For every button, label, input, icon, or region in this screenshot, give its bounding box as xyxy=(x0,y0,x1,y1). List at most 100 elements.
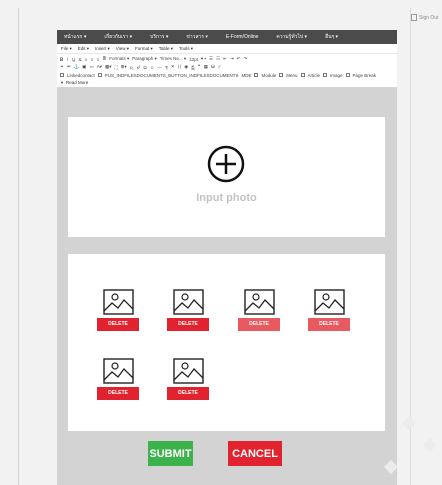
delete-button[interactable]: DELETE xyxy=(167,387,209,400)
image-placeholder-icon xyxy=(102,289,134,315)
pagebreak-icon xyxy=(345,73,350,77)
spellcheck-icon[interactable]: ✓ xyxy=(218,64,222,70)
toolbar-row-1: 𝐁 𝐼 U̲ S̶ ≡ ≡ ≡ ≣ Formats ▾ Paragraph ▾ … xyxy=(60,55,394,63)
text-color-icon[interactable]: A▾ xyxy=(97,64,102,70)
image-button[interactable]: Image xyxy=(330,73,343,78)
menu-button[interactable]: Menu xyxy=(286,73,297,78)
pagebreak-button[interactable]: Page Break xyxy=(353,73,377,78)
undo-icon[interactable]: ↶ xyxy=(237,56,241,62)
nav-item-knowledge[interactable]: ความรู้ทั่วไป ▾ xyxy=(267,33,316,41)
anchor-icon[interactable]: ⚓ xyxy=(74,64,80,70)
mode-label[interactable]: MDE xyxy=(241,73,251,78)
nav-item-services[interactable]: บริการ ▾ xyxy=(141,33,177,41)
menu-format[interactable]: Format ▾ xyxy=(132,46,156,52)
chevron-down-icon: ▼ xyxy=(60,80,64,85)
pdf-button[interactable]: PUS_INDFILESDOCUMENTS_BUTTON_INDFILESDOC… xyxy=(105,73,239,78)
submit-button[interactable]: SUBMIT xyxy=(148,441,193,466)
special-char-icon[interactable]: Ω xyxy=(143,65,146,70)
sign-out-label: Sign Out xyxy=(419,14,439,21)
add-photo-icon xyxy=(207,145,245,183)
right-divider xyxy=(410,8,411,485)
toolbar-row-3: Linkedcontact PUS_INDFILESDOCUMENTS_BUTT… xyxy=(60,71,394,79)
print-icon[interactable]: ⎙ xyxy=(191,65,195,70)
link-icon[interactable]: ⚭ xyxy=(60,64,64,70)
underline-icon[interactable]: U̲ xyxy=(72,57,75,62)
emoticon-icon[interactable]: ☺ xyxy=(150,65,155,70)
gallery-item: DELETE xyxy=(167,289,209,331)
nav-item-eform[interactable]: E-Form/Online xyxy=(217,34,268,40)
paragraph-select[interactable]: Paragraph ▾ xyxy=(132,56,157,62)
read-more-button[interactable]: ▼ Read More xyxy=(60,79,394,86)
menu-file[interactable]: File ▾ xyxy=(57,46,75,52)
watermark-mark xyxy=(422,437,438,453)
image-placeholder-icon xyxy=(243,289,275,315)
unlink-icon[interactable]: ⚮ xyxy=(67,64,71,70)
menu-tools[interactable]: Tools ▾ xyxy=(176,46,196,52)
clear-format-icon[interactable]: ✕ xyxy=(171,64,175,70)
nav-item-about[interactable]: เกี่ยวกับเรา ▾ xyxy=(95,33,141,41)
align-left-icon[interactable]: ≡ xyxy=(84,57,88,62)
image-icon[interactable]: ▣ xyxy=(82,64,86,70)
indent-icon[interactable]: ⇥ xyxy=(230,56,234,62)
formats-select[interactable]: Formats ▾ xyxy=(109,56,129,62)
editor-toolbar: 𝐁 𝐼 U̲ S̶ ≡ ≡ ≡ ≣ Formats ▾ Paragraph ▾ … xyxy=(57,54,397,87)
menu-view[interactable]: View ▾ xyxy=(113,46,132,52)
table-icon[interactable]: ⊞▾ xyxy=(121,64,127,70)
font-size-select[interactable]: 12pt xyxy=(189,57,198,62)
font-family-select[interactable]: Times Ne... ▾ xyxy=(160,56,186,62)
preview-icon[interactable]: ◉ xyxy=(184,64,188,70)
article-button[interactable]: Article xyxy=(308,73,321,78)
delete-button[interactable]: DELETE xyxy=(167,318,209,331)
image-insert-icon xyxy=(323,73,328,77)
number-list-icon[interactable]: ☷ xyxy=(216,56,220,62)
sign-out-icon xyxy=(411,14,417,21)
checkbox-pdf[interactable] xyxy=(97,73,102,77)
code-icon[interactable]: ⟨⟩ xyxy=(178,64,182,70)
delete-button[interactable]: DELETE xyxy=(97,387,139,400)
strikethrough-icon[interactable]: S̶ xyxy=(78,57,81,62)
subscript-icon[interactable]: x₂ xyxy=(130,65,134,70)
hr-icon[interactable]: — xyxy=(157,65,162,70)
watermark-mark xyxy=(401,415,417,431)
menu-insert[interactable]: Insert ▾ xyxy=(92,46,113,52)
toolbar-row-2: ⚭ ⚮ ⚓ ▣ ▭ A▾ ▩▾ ⛶ ⊞▾ x₂ x² Ω ☺ — ¶ ✕ ⟨⟩ … xyxy=(60,63,394,71)
bullet-list-icon[interactable]: ☰ xyxy=(209,56,213,62)
gallery-item: DELETE xyxy=(97,289,139,331)
cancel-button[interactable]: CANCEL xyxy=(228,441,282,466)
photo-upload-area[interactable]: Input photo xyxy=(68,117,385,237)
redo-icon[interactable]: ↷ xyxy=(243,56,247,62)
module-button[interactable]: Module xyxy=(261,73,276,78)
menu-table[interactable]: Table ▾ xyxy=(156,46,176,52)
checkbox-contact[interactable] xyxy=(60,73,64,77)
photo-gallery: DELETE DELETE DELETE DELETE DELETE DELET… xyxy=(68,254,385,431)
paragraph-mark-icon[interactable]: ¶ xyxy=(165,65,168,70)
bg-color-icon[interactable]: ▩▾ xyxy=(105,64,112,70)
nav-item-other[interactable]: อื่นๆ ▾ xyxy=(316,33,347,41)
delete-button[interactable]: DELETE xyxy=(97,318,139,331)
align-justify-icon[interactable]: ≣ xyxy=(102,56,106,62)
gallery-item: DELETE xyxy=(167,358,209,400)
italic-icon[interactable]: 𝐼 xyxy=(66,57,69,62)
align-center-icon[interactable]: ≡ xyxy=(90,57,94,62)
menu-edit[interactable]: Edit ▾ xyxy=(75,46,92,52)
bold-icon[interactable]: 𝐁 xyxy=(60,57,63,62)
delete-button[interactable]: DELETE xyxy=(308,318,350,331)
blockquote-icon[interactable]: ❝ xyxy=(198,64,201,70)
read-more-label: Read More xyxy=(65,80,89,85)
save-icon[interactable]: ⛁ xyxy=(211,64,215,70)
superscript-icon[interactable]: x² xyxy=(137,65,141,70)
nav-item-news[interactable]: ข่าวสาร ▾ xyxy=(177,33,216,41)
align-right-icon[interactable]: ≡ xyxy=(96,57,100,62)
find-replace-icon[interactable]: ▾ ▪ xyxy=(201,56,206,62)
fullscreen-icon[interactable]: ⛶ xyxy=(114,65,117,70)
menu-icon xyxy=(279,73,284,77)
sign-out-link[interactable]: Sign Out xyxy=(411,14,438,21)
outdent-icon[interactable]: ⇤ xyxy=(223,56,227,62)
nav-item-home[interactable]: หน้าแรก ▾ xyxy=(57,33,95,41)
visual-aids-icon[interactable]: ▦ xyxy=(204,64,208,70)
delete-button[interactable]: DELETE xyxy=(238,318,280,331)
editor-panel: หน้าแรก ▾ เกี่ยวกับเรา ▾ บริการ ▾ ข่าวสา… xyxy=(57,30,397,485)
contact-label: Linkedcontact xyxy=(67,72,95,78)
gallery-item: DELETE xyxy=(97,358,139,400)
media-icon[interactable]: ▭ xyxy=(89,64,93,70)
